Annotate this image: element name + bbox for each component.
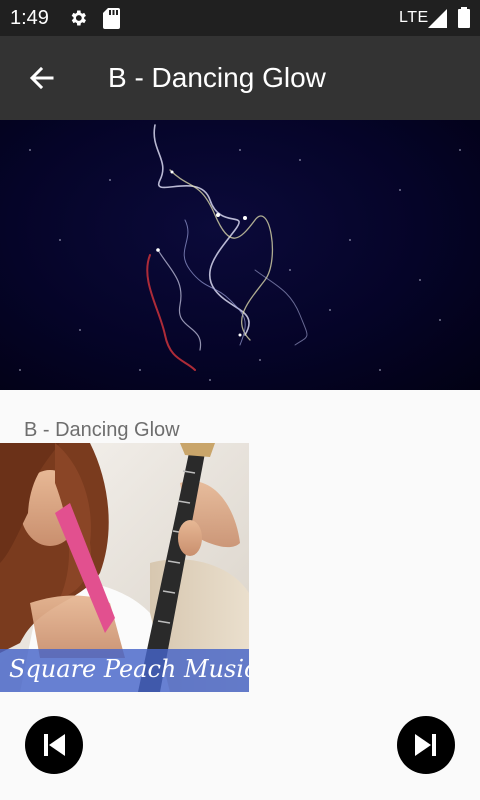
skip-previous-icon — [44, 734, 65, 756]
video-player[interactable] — [0, 120, 480, 390]
next-button[interactable] — [397, 716, 455, 774]
track-title: B - Dancing Glow — [24, 419, 180, 441]
status-time: 1:49 — [10, 7, 49, 29]
album-brand: Square Peach Music — [9, 655, 249, 683]
video-frame — [19, 124, 461, 381]
skip-next-icon — [415, 734, 436, 756]
sd-card-icon — [103, 8, 120, 29]
app-bar: B - Dancing Glow — [0, 36, 480, 120]
network-type: LTE — [399, 9, 429, 26]
battery-icon — [458, 7, 470, 28]
gear-icon — [71, 10, 86, 26]
app-title: B - Dancing Glow — [108, 62, 326, 93]
signal-icon — [428, 9, 447, 28]
back-button[interactable] — [22, 58, 62, 98]
previous-button[interactable] — [25, 716, 83, 774]
arrow-left-icon — [29, 66, 54, 90]
album-art: Square Peach Music — [0, 443, 249, 692]
status-bar: 1:49 LTE — [0, 0, 480, 36]
